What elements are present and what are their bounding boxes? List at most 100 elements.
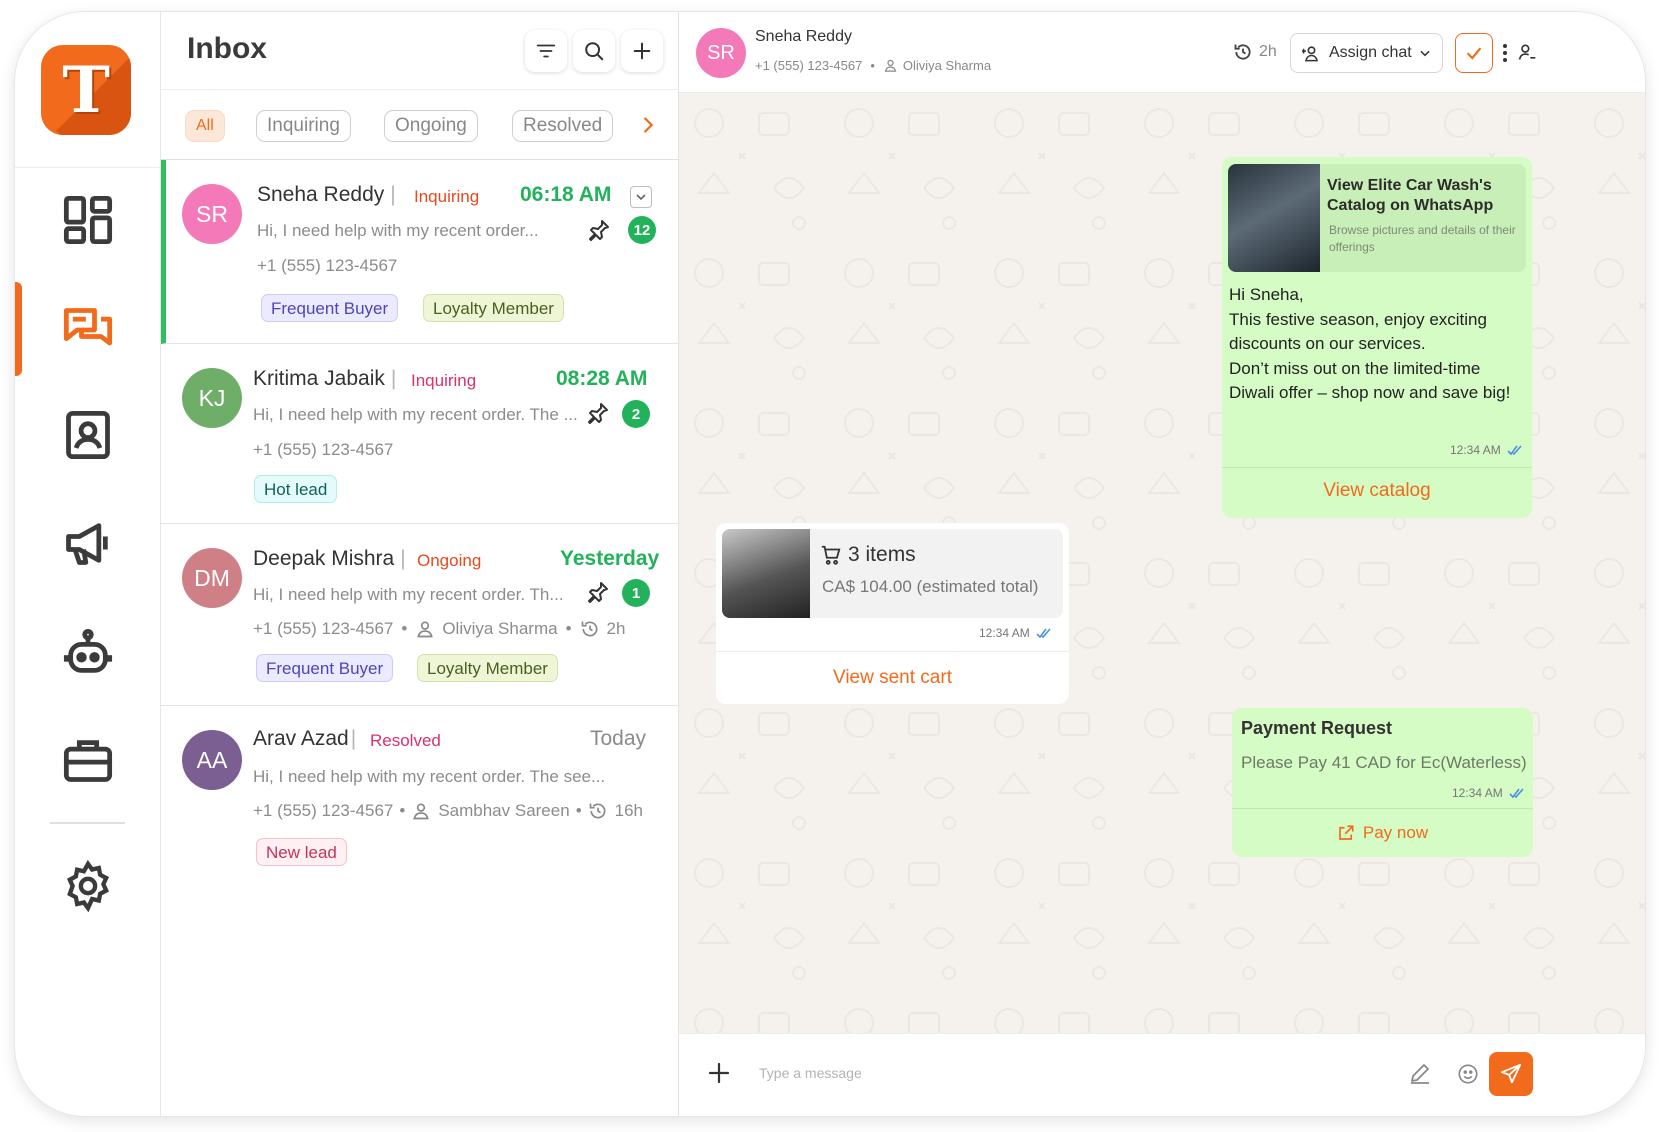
contact-phone: +1 (555) 123-4567	[257, 256, 398, 275]
wait-time: 2h	[606, 619, 626, 638]
tag-frequent-buyer: Frequent Buyer	[256, 654, 394, 682]
contact-profile-icon[interactable]	[1517, 42, 1537, 62]
emoji-icon[interactable]	[1457, 1063, 1479, 1085]
conversation-item[interactable]: AA Arav Azad| Resolved Today Hi, I need …	[161, 706, 679, 886]
chevron-right-icon[interactable]	[637, 114, 659, 136]
message-preview: Hi, I need help with my recent order. Th…	[253, 585, 564, 604]
chat-contact-name: Sneha Reddy	[755, 28, 852, 45]
payment-description: Please Pay 41 CAD for Ec(Waterless)	[1241, 753, 1527, 772]
history-icon	[589, 803, 606, 819]
status-label: Inquiring	[414, 187, 480, 206]
message-area: View Elite Car Wash's Catalog on WhatsAp…	[679, 93, 1645, 1033]
status-label: Ongoing	[417, 551, 482, 570]
external-link-icon	[1339, 825, 1354, 840]
divider	[716, 651, 1069, 652]
conversation-time: Today	[590, 727, 647, 750]
app-window: T Inbox All Inquiring Ongoing Resolved S…	[15, 12, 1645, 1116]
cart-items-count: 3 items	[820, 543, 916, 567]
contact-name: Deepak Mishra |	[253, 547, 406, 570]
message-timestamp: 12:34 AM	[1452, 786, 1525, 800]
contact-name: Sneha Reddy |	[257, 183, 396, 206]
contact-card-icon	[66, 410, 110, 460]
chevron-down-icon	[1420, 50, 1430, 57]
inbox-panel: Inbox All Inquiring Ongoing Resolved SR …	[161, 12, 679, 1116]
view-catalog-button[interactable]: View catalog	[1222, 480, 1532, 502]
send-button[interactable]	[1489, 1052, 1533, 1096]
chat-assigned-agent: Oliviya Sharma	[902, 58, 992, 73]
rail-item-bots[interactable]	[15, 605, 161, 701]
app-logo[interactable]: T	[41, 45, 131, 135]
filter-inquiring[interactable]: Inquiring	[256, 110, 351, 142]
pen-icon[interactable]	[1408, 1061, 1432, 1085]
rail-item-settings[interactable]	[15, 838, 161, 934]
rail-item-business[interactable]	[15, 712, 161, 808]
chat-contact-avatar: SR	[696, 28, 746, 78]
plus-icon	[633, 42, 651, 60]
filter-all[interactable]: All	[185, 110, 225, 142]
avatar: AA	[182, 730, 242, 790]
double-check-icon	[1036, 628, 1051, 639]
attach-plus-icon[interactable]	[707, 1061, 731, 1085]
inbox-header: Inbox	[161, 12, 679, 90]
tag-frequent-buyer: Frequent Buyer	[261, 294, 399, 322]
more-vertical-icon[interactable]	[1499, 42, 1511, 64]
rail-divider	[50, 822, 125, 824]
chat-panel: SR Sneha Reddy +1 (555) 123-4567 • Olivi…	[679, 12, 1645, 1116]
rail-item-dashboard[interactable]	[15, 172, 161, 268]
divider	[1222, 467, 1532, 468]
contact-phone: +1 (555) 123-4567	[253, 440, 394, 459]
conversation-meta: +1 (555) 123-4567 • Sambhav Sareen • 16h	[253, 801, 644, 820]
status-label: Inquiring	[411, 371, 477, 390]
filter-button[interactable]	[525, 30, 567, 72]
new-chat-button[interactable]	[621, 30, 663, 72]
conversation-menu-button[interactable]	[630, 186, 652, 208]
message-preview: Hi, I need help with my recent order. Th…	[253, 405, 578, 424]
message-input[interactable]	[759, 1056, 1379, 1090]
conversation-time: Yesterday	[560, 547, 660, 570]
logo-area: T	[15, 12, 161, 168]
conversation-item[interactable]: SR Sneha Reddy | Inquiring 06:18 AM Hi, I…	[161, 160, 679, 344]
briefcase-icon	[63, 740, 113, 782]
pin-icon[interactable]	[586, 580, 610, 604]
catalog-title: View Elite Car Wash's Catalog on WhatsAp…	[1327, 177, 1494, 214]
rail-item-contacts[interactable]	[15, 387, 161, 483]
contact-name: Arav Azad|	[253, 727, 357, 750]
cart-message: 3 items CA$ 104.00 (estimated total) 12:…	[716, 523, 1069, 704]
search-button[interactable]	[573, 30, 615, 72]
conversation-meta: +1 (555) 123-4567 • Oliviya Sharma • 2h	[253, 619, 626, 638]
conversation-time: 08:28 AM	[556, 367, 648, 390]
rail-item-inbox[interactable]	[15, 282, 161, 378]
wait-time: 16h	[614, 801, 644, 820]
contact-name: Kritima Jabaik |	[253, 367, 397, 390]
double-check-icon	[1509, 788, 1524, 799]
conversation-item[interactable]: KJ Kritima Jabaik | Inquiring 08:28 AM Hi…	[161, 344, 679, 524]
filter-ongoing[interactable]: Ongoing	[384, 110, 478, 142]
nav-rail: T	[15, 12, 161, 1116]
rail-item-campaigns[interactable]	[15, 495, 161, 591]
history-icon	[1234, 44, 1251, 60]
user-icon	[413, 803, 430, 820]
view-sent-cart-button[interactable]: View sent cart	[716, 667, 1069, 689]
gear-icon	[66, 860, 110, 912]
contact-phone: +1 (555) 123-4567	[253, 801, 394, 820]
pin-icon[interactable]	[587, 218, 611, 242]
cart-card[interactable]: 3 items CA$ 104.00 (estimated total)	[722, 529, 1063, 618]
catalog-thumbnail	[1228, 164, 1320, 272]
double-check-icon	[1507, 445, 1522, 456]
chevron-down-icon	[636, 194, 646, 201]
add-user-icon	[1302, 45, 1319, 61]
pay-now-button[interactable]: Pay now	[1232, 823, 1533, 843]
logo-letter: T	[62, 53, 110, 128]
message-preview: Hi, I need help with my recent order...	[257, 221, 539, 240]
catalog-card[interactable]: View Elite Car Wash's Catalog on WhatsAp…	[1228, 164, 1526, 272]
avatar: KJ	[182, 368, 242, 428]
filter-resolved[interactable]: Resolved	[512, 110, 614, 142]
catalog-message: View Elite Car Wash's Catalog on WhatsAp…	[1222, 157, 1532, 518]
resolve-chat-button[interactable]	[1455, 33, 1493, 73]
pin-icon[interactable]	[586, 401, 610, 425]
cart-thumbnail	[722, 529, 810, 618]
conversation-item[interactable]: DM Deepak Mishra | Ongoing Yesterday Hi, …	[161, 524, 679, 706]
assign-chat-button[interactable]: Assign chat	[1290, 33, 1443, 73]
megaphone-icon	[66, 523, 108, 565]
inbox-title: Inbox	[187, 32, 267, 65]
